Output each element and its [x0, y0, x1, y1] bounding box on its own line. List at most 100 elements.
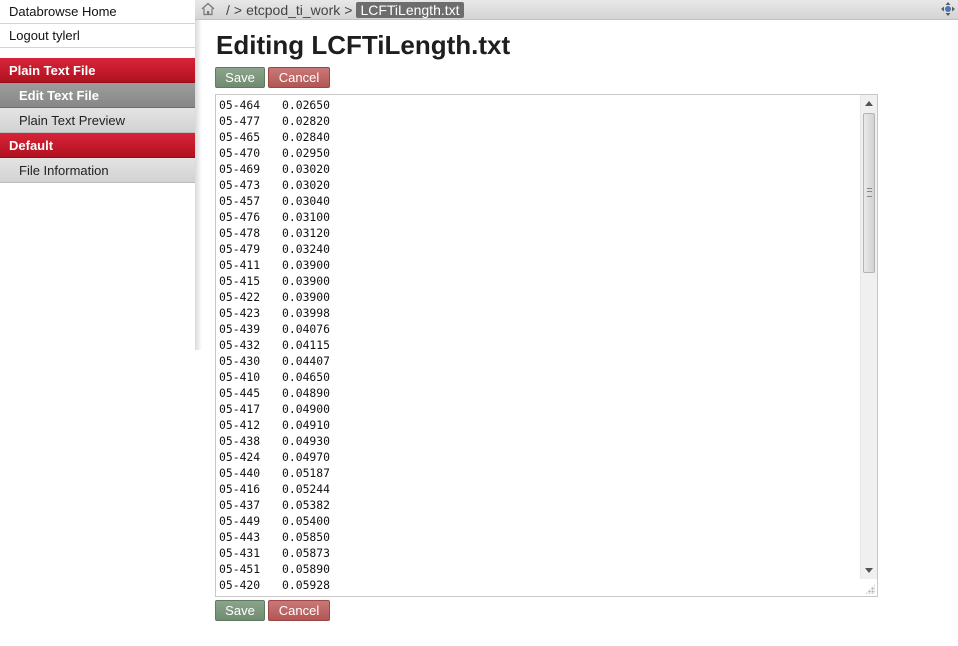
- line-value: 0.05850: [282, 530, 331, 544]
- page-title: Editing LCFTiLength.txt: [216, 30, 511, 60]
- line-value: 0.03020: [282, 178, 331, 192]
- save-button-bottom[interactable]: Save: [215, 600, 265, 621]
- cancel-button-bottom[interactable]: Cancel: [268, 600, 330, 621]
- line-value: 0.03240: [282, 242, 331, 256]
- line-value: 0.05873: [282, 546, 331, 560]
- line-id: 05-465: [219, 130, 261, 144]
- grip-icon: [867, 188, 872, 197]
- line-value: 0.04650: [282, 370, 331, 384]
- breadcrumb-separator: >: [233, 2, 243, 18]
- text-line: 05-473 0.03020: [219, 177, 859, 193]
- line-value: 0.03040: [282, 194, 331, 208]
- text-line: 05-445 0.04890: [219, 385, 859, 401]
- line-id: 05-415: [219, 274, 261, 288]
- sidebar-shadow: [195, 20, 202, 350]
- line-id: 05-464: [219, 98, 261, 112]
- text-editor[interactable]: 05-464 0.02650 05-477 0.02820 05-465 0.02840 0…: [215, 94, 878, 597]
- line-value: 0.04076: [282, 322, 331, 336]
- text-line: 05-479 0.03240: [219, 241, 859, 257]
- text-line: 05-476 0.03100: [219, 209, 859, 225]
- line-id: 05-478: [219, 226, 261, 240]
- sidebar-item-plain-text-preview[interactable]: Plain Text Preview: [0, 108, 195, 133]
- line-value: 0.03020: [282, 162, 331, 176]
- text-line: 05-470 0.02950: [219, 145, 859, 161]
- line-id: 05-443: [219, 530, 261, 544]
- line-id: 05-438: [219, 434, 261, 448]
- text-line: 05-451 0.05890: [219, 561, 859, 577]
- line-value: 0.04115: [282, 338, 331, 352]
- line-value: 0.03900: [282, 290, 331, 304]
- line-id: 05-430: [219, 354, 261, 368]
- text-line: 05-449 0.05400: [219, 513, 859, 529]
- line-id: 05-477: [219, 114, 261, 128]
- line-id: 05-432: [219, 338, 261, 352]
- scroll-down-arrow[interactable]: [865, 568, 873, 573]
- breadcrumb-dir[interactable]: etcpod_ti_work: [246, 2, 340, 18]
- line-value: 0.05187: [282, 466, 331, 480]
- text-line: 05-465 0.02840: [219, 129, 859, 145]
- scrollbar[interactable]: [860, 95, 877, 579]
- breadcrumb-root[interactable]: /: [226, 2, 230, 18]
- line-id: 05-449: [219, 514, 261, 528]
- line-id: 05-410: [219, 370, 261, 384]
- text-line: 05-412 0.04910: [219, 417, 859, 433]
- resize-grip-icon[interactable]: [865, 584, 875, 594]
- sidebar: Databrowse Home Logout tylerl Plain Text…: [0, 0, 195, 646]
- sidebar-item-file-information[interactable]: File Information: [0, 158, 195, 183]
- home-icon[interactable]: [201, 2, 215, 16]
- line-id: 05-420: [219, 578, 261, 592]
- line-value: 0.04970: [282, 450, 331, 464]
- line-value: 0.02950: [282, 146, 331, 160]
- line-value: 0.04890: [282, 386, 331, 400]
- text-line: 05-464 0.02650: [219, 97, 859, 113]
- save-button[interactable]: Save: [215, 67, 265, 88]
- text-line: 05-443 0.05850: [219, 529, 859, 545]
- logout-link[interactable]: Logout tylerl: [0, 24, 195, 48]
- text-line: 05-440 0.05187: [219, 465, 859, 481]
- text-line: 05-416 0.05244: [219, 481, 859, 497]
- line-value: 0.04930: [282, 434, 331, 448]
- sidebar-section-default[interactable]: Default: [0, 133, 195, 158]
- scrollbar-thumb[interactable]: [863, 113, 875, 273]
- line-id: 05-473: [219, 178, 261, 192]
- text-line: 05-432 0.04115: [219, 337, 859, 353]
- text-line: 05-431 0.05873: [219, 545, 859, 561]
- line-value: 0.03120: [282, 226, 331, 240]
- breadcrumb-separator: >: [344, 2, 353, 18]
- line-id: 05-422: [219, 290, 261, 304]
- line-value: 0.03998: [282, 306, 331, 320]
- line-value: 0.05928: [282, 578, 331, 592]
- breadcrumb-current: LCFTiLength.txt: [356, 2, 464, 18]
- line-value: 0.02650: [282, 98, 331, 112]
- text-line: 05-469 0.03020: [219, 161, 859, 177]
- text-line: 05-423 0.03998: [219, 305, 859, 321]
- text-line: 05-411 0.03900: [219, 257, 859, 273]
- line-value: 0.04910: [282, 418, 331, 432]
- text-line: 05-437 0.05382: [219, 497, 859, 513]
- line-value: 0.03900: [282, 258, 331, 272]
- line-value: 0.04407: [282, 354, 331, 368]
- text-line: 05-457 0.03040: [219, 193, 859, 209]
- line-value: 0.04900: [282, 402, 331, 416]
- line-value: 0.02840: [282, 130, 331, 144]
- line-value: 0.05244: [282, 482, 331, 496]
- line-id: 05-451: [219, 562, 261, 576]
- line-id: 05-411: [219, 258, 261, 272]
- line-id: 05-469: [219, 162, 261, 176]
- text-line: 05-477 0.02820: [219, 113, 859, 129]
- line-id: 05-412: [219, 418, 261, 432]
- databrowse-home-link[interactable]: Databrowse Home: [0, 0, 195, 24]
- line-id: 05-424: [219, 450, 261, 464]
- text-content[interactable]: 05-464 0.02650 05-477 0.02820 05-465 0.02840 0…: [219, 97, 859, 593]
- line-value: 0.02820: [282, 114, 331, 128]
- breadcrumb: / > etcpod_ti_work > LCFTiLength.txt: [226, 2, 468, 18]
- text-line: 05-438 0.04930: [219, 433, 859, 449]
- line-id: 05-440: [219, 466, 261, 480]
- scroll-up-arrow[interactable]: [865, 101, 873, 106]
- sidebar-section-plain-text-file[interactable]: Plain Text File: [0, 58, 195, 83]
- text-line: 05-439 0.04076: [219, 321, 859, 337]
- text-line: 05-430 0.04407: [219, 353, 859, 369]
- sidebar-item-edit-text-file[interactable]: Edit Text File: [0, 83, 195, 108]
- move-icon[interactable]: [940, 1, 956, 17]
- cancel-button[interactable]: Cancel: [268, 67, 330, 88]
